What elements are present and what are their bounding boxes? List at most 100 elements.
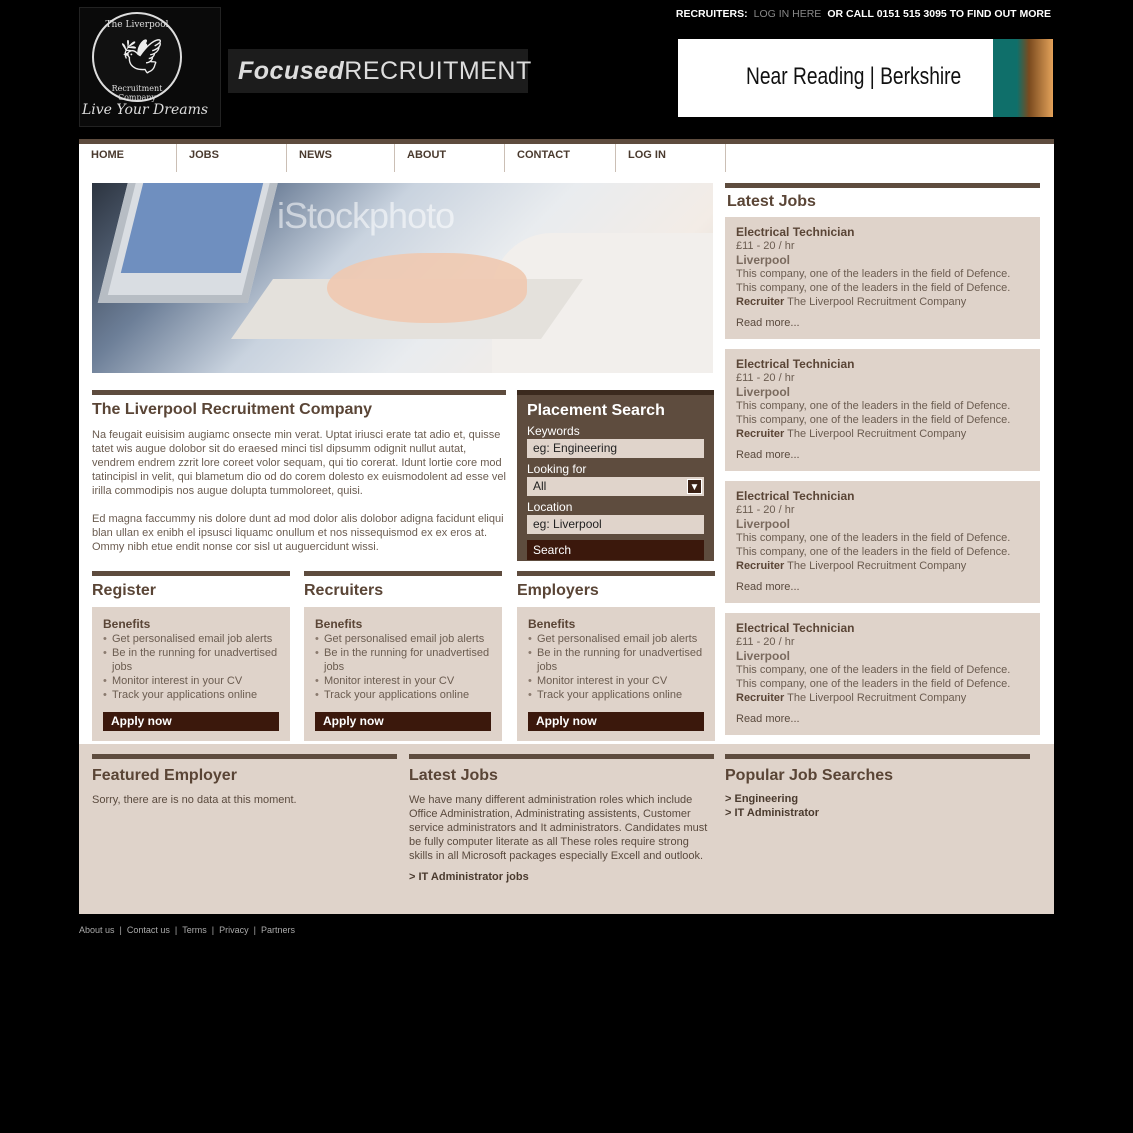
read-more-link[interactable]: Read more... [736, 712, 1029, 726]
footer-link-partners[interactable]: Partners [261, 925, 295, 935]
featured-employer-text: Sorry, there are is no data at this mome… [92, 794, 297, 806]
read-more-link[interactable]: Read more... [736, 580, 1029, 594]
job-location: Liverpool [736, 517, 791, 531]
logo-emblem: The Liverpool 🕊 Recruitment Company [92, 12, 182, 102]
looking-for-label: Looking for [527, 462, 587, 476]
brand-wordmark: FocusedRECRUITMENT [228, 49, 532, 93]
hands-graphic [327, 253, 527, 323]
job-card[interactable]: Electrical Technician £11 - 20 / hr Live… [725, 217, 1040, 339]
nav-login[interactable]: LOG IN [616, 144, 726, 172]
link-separator: | [211, 925, 215, 935]
logo-ring-bottom-text: Recruitment Company [111, 84, 163, 102]
apply-now-button[interactable]: Apply now [103, 712, 279, 731]
search-button[interactable]: Search [527, 540, 704, 560]
recruiter-login-link[interactable]: LOG IN HERE [754, 8, 822, 20]
call-text: OR CALL 0151 515 3095 TO FIND OUT MORE [827, 8, 1051, 20]
recruiter-name: The Liverpool Recruitment Company [787, 428, 967, 440]
read-more-link[interactable]: Read more... [736, 448, 1029, 462]
benefits-title: Benefits [103, 617, 151, 631]
footer-link-contact[interactable]: Contact us [127, 925, 170, 935]
screen-graphic [120, 183, 264, 273]
advert-banner[interactable]: Near Reading | Berkshire [678, 39, 1053, 117]
job-recruiter: Recruiter The Liverpool Recruitment Comp… [736, 559, 1029, 573]
benefits-list: Get personalised email job alerts Be in … [528, 632, 704, 702]
latest-jobs-summary: Latest Jobs We have many different admin… [409, 754, 714, 883]
about-paragraph-1: Na feugait euisisim augiamc onsecte min … [92, 429, 506, 497]
benefits-title: Benefits [315, 617, 363, 631]
section-rule [92, 571, 290, 576]
employers-column: Employers Benefits Get personalised emai… [517, 571, 715, 741]
footer-link-privacy[interactable]: Privacy [219, 925, 249, 935]
column-title: Employers [517, 582, 599, 599]
job-title[interactable]: Electrical Technician [736, 357, 1029, 371]
about-title: The Liverpool Recruitment Company [92, 401, 373, 418]
apply-now-button[interactable]: Apply now [528, 712, 704, 731]
job-title[interactable]: Electrical Technician [736, 621, 1029, 635]
section-rule [92, 390, 506, 395]
recruiter-label: Recruiter [736, 692, 785, 704]
job-card[interactable]: Electrical Technician £11 - 20 / hr Live… [725, 481, 1040, 603]
main-nav: HOME JOBS NEWS ABOUT CONTACT LOG IN [79, 144, 726, 172]
keywords-label: Keywords [527, 424, 580, 438]
nav-jobs[interactable]: JOBS [177, 144, 287, 172]
site-logo[interactable]: The Liverpool 🕊 Recruitment Company Live… [79, 7, 221, 127]
recruiters-label: RECRUITERS: [675, 8, 748, 20]
nav-home[interactable]: HOME [79, 144, 177, 172]
benefit-item: Track your applications online [315, 688, 491, 702]
apply-now-button[interactable]: Apply now [315, 712, 491, 731]
brand-rest: RECRUITMENT [344, 57, 532, 85]
latest-jobs-summary-text: We have many different administration ro… [409, 794, 708, 862]
job-card[interactable]: Electrical Technician £11 - 20 / hr Live… [725, 349, 1040, 471]
latest-jobs-title: Latest Jobs [727, 193, 816, 210]
job-card[interactable]: Electrical Technician £11 - 20 / hr Live… [725, 613, 1040, 735]
popular-search-engineering[interactable]: > Engineering [725, 793, 1030, 805]
placement-search-title: Placement Search [527, 402, 665, 419]
benefit-item: Track your applications online [528, 688, 704, 702]
popular-job-searches: Popular Job Searches > Engineering > IT … [725, 754, 1030, 819]
section-rule [409, 754, 714, 759]
job-title[interactable]: Electrical Technician [736, 225, 1029, 239]
location-input[interactable]: eg: Liverpool [527, 515, 704, 534]
it-administrator-jobs-link[interactable]: > IT Administrator jobs [409, 871, 714, 883]
job-location: Liverpool [736, 385, 791, 399]
about-paragraph-2: Ed magna faccummy nis dolore dunt ad mod… [92, 513, 504, 553]
job-rate: £11 - 20 / hr [736, 504, 795, 516]
placement-search: Placement Search Keywords eg: Engineerin… [517, 390, 714, 561]
column-title: Recruiters [304, 582, 384, 599]
recruiter-name: The Liverpool Recruitment Company [787, 560, 967, 572]
job-title[interactable]: Electrical Technician [736, 489, 1029, 503]
register-column: Register Benefits Get personalised email… [92, 571, 290, 741]
link-separator: | [253, 925, 256, 935]
benefits-box: Benefits Get personalised email job aler… [92, 607, 290, 741]
job-rate: £11 - 20 / hr [736, 372, 795, 384]
logo-tagline: Live Your Dreams [82, 102, 209, 118]
job-description: This company, one of the leaders in the … [736, 532, 1011, 544]
job-description: This company, one of the leaders in the … [736, 282, 1011, 294]
link-separator: | [119, 925, 122, 935]
popular-search-it-administrator[interactable]: > IT Administrator [725, 807, 1030, 819]
main-panel: HOME JOBS NEWS ABOUT CONTACT LOG IN iSto… [79, 139, 1054, 914]
about-section: The Liverpool Recruitment Company Na feu… [92, 390, 506, 554]
chevron-down-icon[interactable]: ▼ [687, 479, 702, 494]
footer-link-terms[interactable]: Terms [182, 925, 207, 935]
looking-for-select[interactable]: All ▼ [527, 477, 704, 496]
job-location: Liverpool [736, 253, 791, 267]
hero-watermark: iStockphoto [277, 195, 455, 236]
nav-about[interactable]: ABOUT [395, 144, 505, 172]
nav-contact[interactable]: CONTACT [505, 144, 616, 172]
job-description: This company, one of the leaders in the … [736, 664, 1011, 676]
benefit-item: Be in the running for unadvertised jobs [103, 646, 279, 674]
benefit-item: Track your applications online [103, 688, 279, 702]
benefits-list: Get personalised email job alerts Be in … [103, 632, 279, 702]
keywords-input[interactable]: eg: Engineering [527, 439, 704, 458]
featured-employer-title: Featured Employer [92, 767, 237, 784]
read-more-link[interactable]: Read more... [736, 316, 1029, 330]
recruiter-name: The Liverpool Recruitment Company [787, 296, 967, 308]
footer-link-about[interactable]: About us [79, 925, 115, 935]
footer-links: About us | Contact us | Terms | Privacy | Partne… [79, 925, 295, 935]
latest-jobs-summary-title: Latest Jobs [409, 767, 498, 784]
logo-ring-top-text: The Liverpool [105, 20, 169, 30]
popular-searches-title: Popular Job Searches [725, 767, 894, 784]
job-rate: £11 - 20 / hr [736, 240, 795, 252]
nav-news[interactable]: NEWS [287, 144, 395, 172]
